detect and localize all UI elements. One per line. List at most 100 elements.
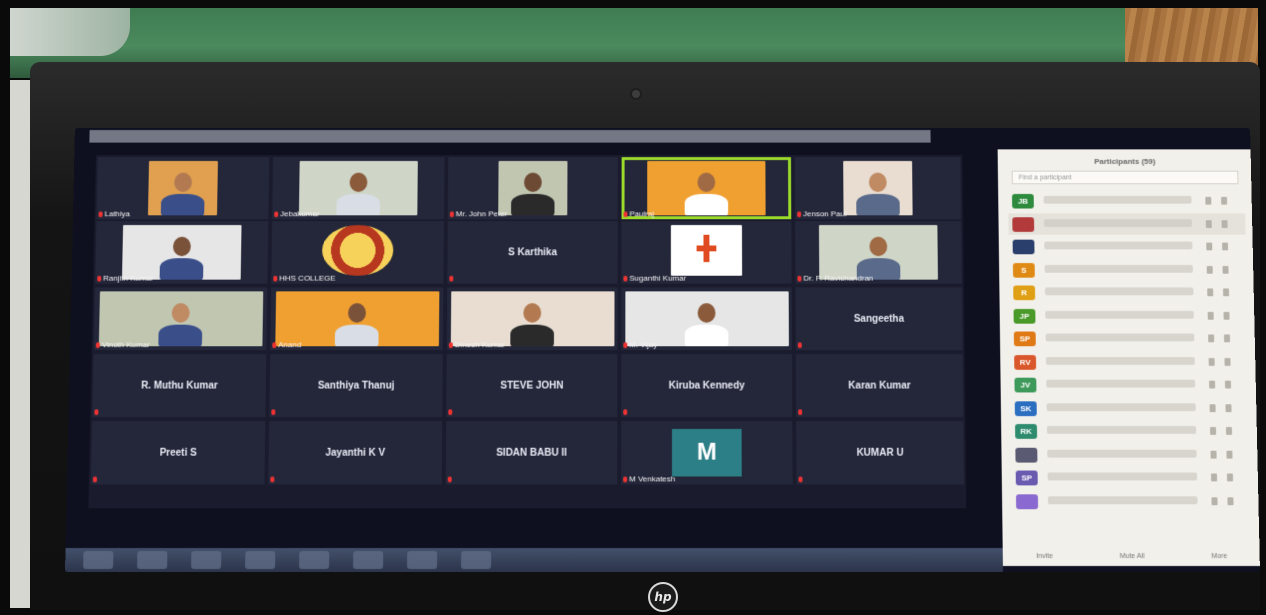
mute-all-button[interactable]: Mute All xyxy=(1120,553,1145,560)
participant-tile[interactable]: Anand xyxy=(270,287,443,350)
mic-icon[interactable] xyxy=(1226,427,1232,435)
participant-list-item[interactable] xyxy=(1011,443,1250,465)
video-off-icon[interactable] xyxy=(1205,197,1211,205)
participant-tile[interactable]: M. Vijay xyxy=(621,287,792,350)
mic-icon[interactable] xyxy=(1224,358,1230,366)
participant-tile[interactable]: S Karthika xyxy=(447,221,617,283)
ie-browser-button[interactable] xyxy=(191,551,221,569)
participant-tile[interactable]: Paulraj xyxy=(622,157,792,219)
participant-list-name xyxy=(1047,449,1196,457)
participant-list-item[interactable]: SP xyxy=(1010,328,1248,350)
mic-icon[interactable] xyxy=(1221,197,1227,205)
window-titlebar xyxy=(89,130,930,143)
participant-tile[interactable]: Ranjith Kumar xyxy=(95,221,268,283)
participant-list-item[interactable]: SK xyxy=(1011,397,1250,419)
participant-tile[interactable]: Kiruba Kennedy xyxy=(621,354,792,417)
participant-tile[interactable]: SIDAN BABU II xyxy=(446,421,618,484)
participant-tile[interactable]: Dinesh Kumar xyxy=(447,287,618,350)
mic-icon[interactable] xyxy=(1226,450,1232,458)
participant-tile[interactable]: Dr. P. Ravichandran xyxy=(795,221,962,283)
participant-tile[interactable]: Jenson Paul xyxy=(795,157,961,219)
app-button[interactable] xyxy=(461,551,491,569)
mic-icon[interactable] xyxy=(1222,243,1228,251)
participant-list-item[interactable] xyxy=(1012,490,1252,512)
media-button[interactable] xyxy=(245,551,275,569)
participant-tile[interactable]: Karan Kumar xyxy=(796,354,963,417)
invite-button[interactable]: Invite xyxy=(1036,553,1053,560)
participant-tile[interactable]: R. Muthu Kumar xyxy=(92,354,266,417)
video-off-icon[interactable] xyxy=(1207,265,1213,273)
participant-tile[interactable]: Preeti S xyxy=(91,421,265,484)
mic-icon[interactable] xyxy=(1227,497,1233,505)
mic-icon[interactable] xyxy=(1227,474,1233,482)
mic-icon[interactable] xyxy=(1223,311,1229,319)
start-button[interactable] xyxy=(83,551,113,569)
participants-title: Participants (59) xyxy=(998,157,1252,166)
video-off-icon[interactable] xyxy=(1209,381,1215,389)
mic-icon[interactable] xyxy=(1222,220,1228,228)
explorer-button[interactable] xyxy=(137,551,167,569)
participant-tile[interactable]: Suganthi Kumar xyxy=(621,221,791,283)
avatar: RV xyxy=(1014,355,1036,370)
mail-button[interactable] xyxy=(353,551,383,569)
mic-muted-icon xyxy=(271,409,275,415)
participant-list-item[interactable]: JB xyxy=(1008,190,1245,211)
participant-name: Dinesh Kumar xyxy=(455,340,505,349)
video-off-icon[interactable] xyxy=(1209,358,1215,366)
participant-tile[interactable]: Lathiya xyxy=(97,157,270,219)
participant-tile[interactable]: Jayanthi K V xyxy=(268,421,442,484)
participant-video xyxy=(122,225,242,280)
participant-tile[interactable]: STEVE JOHN xyxy=(446,354,617,417)
participant-name: Dr. P. Ravichandran xyxy=(803,274,873,283)
participant-search-input[interactable]: Find a participant xyxy=(1012,171,1239,185)
participant-center-name: Karan Kumar xyxy=(796,381,963,392)
mic-muted-icon xyxy=(99,211,103,217)
participant-list-item[interactable]: SP xyxy=(1012,467,1252,489)
video-off-icon[interactable] xyxy=(1208,311,1214,319)
more-button[interactable]: More xyxy=(1211,553,1227,560)
mic-icon[interactable] xyxy=(1224,334,1230,342)
participant-list-item[interactable]: R xyxy=(1009,282,1247,304)
mic-muted-icon xyxy=(797,211,801,217)
mic-icon[interactable] xyxy=(1225,404,1231,412)
participant-list-item[interactable]: JV xyxy=(1010,374,1249,396)
person-body xyxy=(336,194,380,215)
participant-list-item[interactable]: RK xyxy=(1011,420,1250,442)
folder-button[interactable] xyxy=(299,551,329,569)
participant-list-item[interactable]: RV xyxy=(1010,351,1248,373)
participant-list-item[interactable]: JP xyxy=(1009,305,1247,327)
video-off-icon[interactable] xyxy=(1210,404,1216,412)
chrome-button[interactable] xyxy=(407,551,437,569)
video-off-icon[interactable] xyxy=(1207,288,1213,296)
mic-muted-icon xyxy=(270,476,274,482)
participant-tile[interactable]: HHS COLLEGE xyxy=(271,221,444,283)
participant-list-item[interactable]: S xyxy=(1009,259,1247,280)
participant-tile[interactable]: Jebakumar xyxy=(272,157,444,219)
mic-muted-icon xyxy=(94,409,98,415)
video-off-icon[interactable] xyxy=(1210,450,1216,458)
participant-tile[interactable]: MM Venkatesh xyxy=(621,421,792,484)
participant-center-name: Kiruba Kennedy xyxy=(621,381,792,392)
participant-list-item[interactable] xyxy=(1008,213,1245,234)
mic-icon[interactable] xyxy=(1225,381,1231,389)
video-off-icon[interactable] xyxy=(1210,427,1216,435)
person-body xyxy=(161,194,205,215)
participant-tile[interactable]: Mr. John Peter xyxy=(448,157,618,219)
participant-tile[interactable]: KUMAR U xyxy=(796,421,964,484)
person-head xyxy=(174,173,192,192)
video-off-icon[interactable] xyxy=(1206,243,1212,251)
webcam-icon xyxy=(632,90,640,98)
video-off-icon[interactable] xyxy=(1206,220,1212,228)
avatar: RK xyxy=(1015,424,1037,439)
participant-list-item[interactable] xyxy=(1009,236,1246,257)
mic-icon[interactable] xyxy=(1222,265,1228,273)
participant-tile[interactable]: Vinoth Kumar xyxy=(94,287,267,350)
participant-tile[interactable]: Santhiya Thanuj xyxy=(269,354,443,417)
video-off-icon[interactable] xyxy=(1208,334,1214,342)
mic-icon[interactable] xyxy=(1223,288,1229,296)
video-off-icon[interactable] xyxy=(1211,497,1217,505)
participant-video xyxy=(299,161,418,215)
participant-tile[interactable]: Sangeetha xyxy=(796,287,963,350)
video-off-icon[interactable] xyxy=(1211,474,1217,482)
participants-panel: Participants (59) Find a participant JB S… xyxy=(998,149,1260,566)
